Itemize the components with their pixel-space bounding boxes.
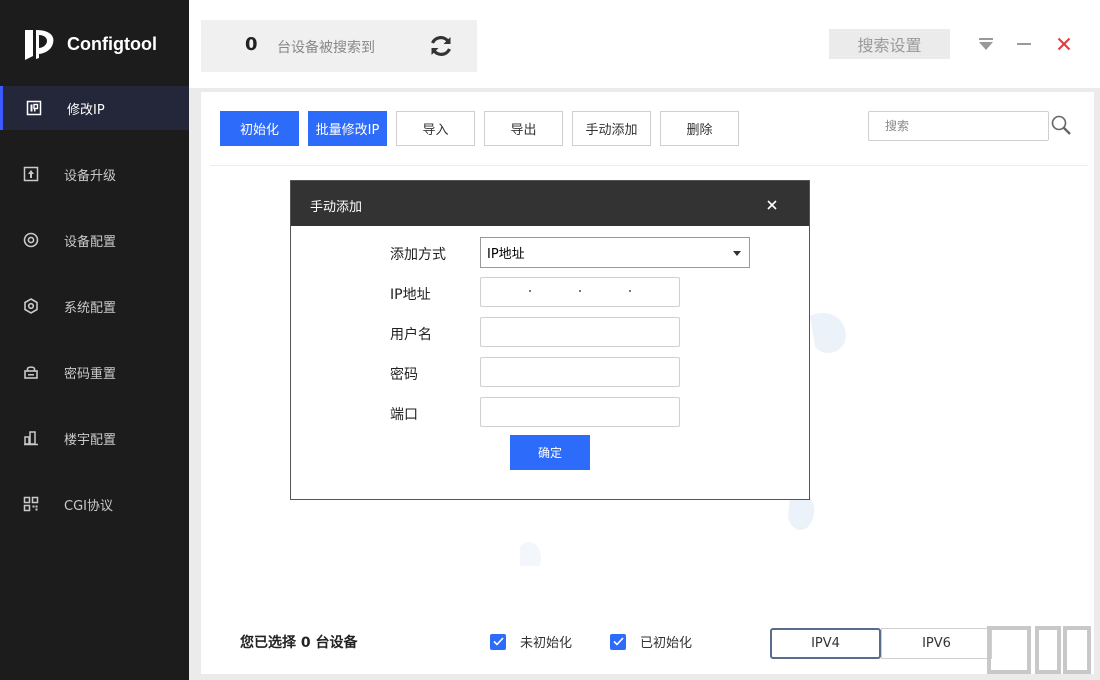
ip-address-label: IP地址 [390,284,431,304]
lock-icon [23,364,39,380]
initialize-button[interactable]: 初始化 [220,111,299,146]
toolbar: 初始化 批量修改IP 导入 导出 手动添加 删除 [201,92,1094,162]
port-field[interactable] [480,397,680,427]
chevron-down-icon [733,251,741,256]
selected-devices-text: 您已选择 0 台设备 [240,632,358,652]
ip-icon [26,100,42,116]
ipv6-tab[interactable]: IPV6 [881,628,992,659]
initialized-checkbox[interactable]: 已初始化 [610,632,692,651]
search-input[interactable] [868,111,1049,141]
sidebar-item-label: 密码重置 [64,363,116,382]
device-count: 0 [245,34,258,55]
batch-modify-ip-button[interactable]: 批量修改IP [308,111,387,146]
building-icon [23,430,39,446]
sidebar-item-label: 修改IP [67,99,105,118]
manual-add-dialog: 手动添加 添加方式 IP地址 IP地址 用户名 密码 端口 确定 [290,180,810,500]
sidebar-item-modify-ip[interactable]: 修改IP [0,86,189,130]
add-method-value: IP地址 [487,243,525,262]
search-settings-button[interactable]: 搜索设置 [829,29,950,59]
sidebar-item-label: 设备升级 [64,165,116,184]
checkbox-checked-icon [490,634,506,650]
dialog-title: 手动添加 [310,196,362,215]
dialog-header: 手动添加 [291,181,809,226]
search-icon[interactable] [1050,114,1072,136]
sidebar-item-label: 设备配置 [64,231,116,250]
sidebar-item-device-config[interactable]: 设备配置 [0,218,189,262]
checkbox-checked-icon [610,634,626,650]
initialized-label: 已初始化 [640,632,692,651]
device-count-label: 台设备被搜索到 [277,37,375,57]
configtool-logo-icon [22,26,58,62]
sidebar-item-system-config[interactable]: 系统配置 [0,284,189,328]
username-field[interactable] [480,317,680,347]
uninitialized-label: 未初始化 [520,632,572,651]
system-config-icon [23,298,39,314]
sidebar-item-device-upgrade[interactable]: 设备升级 [0,152,189,196]
sidebar-item-label: CGI协议 [64,495,113,514]
device-search-summary: 0 台设备被搜索到 [201,20,477,72]
import-button[interactable]: 导入 [396,111,475,146]
sidebar-item-password-reset[interactable]: 密码重置 [0,350,189,394]
dropdown-menu-icon[interactable] [976,34,996,54]
close-icon[interactable] [765,198,779,212]
upgrade-icon [23,166,39,182]
top-bar: 0 台设备被搜索到 搜索设置 [189,0,1100,88]
sidebar-item-building-config[interactable]: 楼宇配置 [0,416,189,460]
device-config-icon [23,232,39,248]
confirm-button[interactable]: 确定 [510,435,590,470]
ip-separator-dot [629,290,631,292]
sidebar-item-cgi[interactable]: CGI协议 [0,482,189,526]
uninitialized-checkbox[interactable]: 未初始化 [490,632,572,651]
port-label: 端口 [390,404,418,424]
brand: Configtool [22,26,157,62]
minimize-icon[interactable] [1014,34,1034,54]
ip-separator-dot [529,290,531,292]
sidebar: Configtool 修改IP 设备升级 设备配置 系统配置 密码重置 [0,0,189,680]
close-icon[interactable] [1054,34,1074,54]
sidebar-item-label: 楼宇配置 [64,429,116,448]
app-name: Configtool [67,34,157,55]
password-label: 密码 [390,364,418,384]
qr-icon [23,496,39,512]
ip-address-field[interactable] [480,277,680,307]
watermark-logo [985,622,1095,677]
ip-separator-dot [579,290,581,292]
add-method-label: 添加方式 [390,244,446,264]
refresh-icon[interactable] [428,33,454,59]
add-method-select[interactable]: IP地址 [480,237,750,268]
manual-add-button[interactable]: 手动添加 [572,111,651,146]
export-button[interactable]: 导出 [484,111,563,146]
delete-button[interactable]: 删除 [660,111,739,146]
password-field[interactable] [480,357,680,387]
username-label: 用户名 [390,324,432,344]
ipv4-tab[interactable]: IPV4 [770,628,881,659]
sidebar-item-label: 系统配置 [64,297,116,316]
